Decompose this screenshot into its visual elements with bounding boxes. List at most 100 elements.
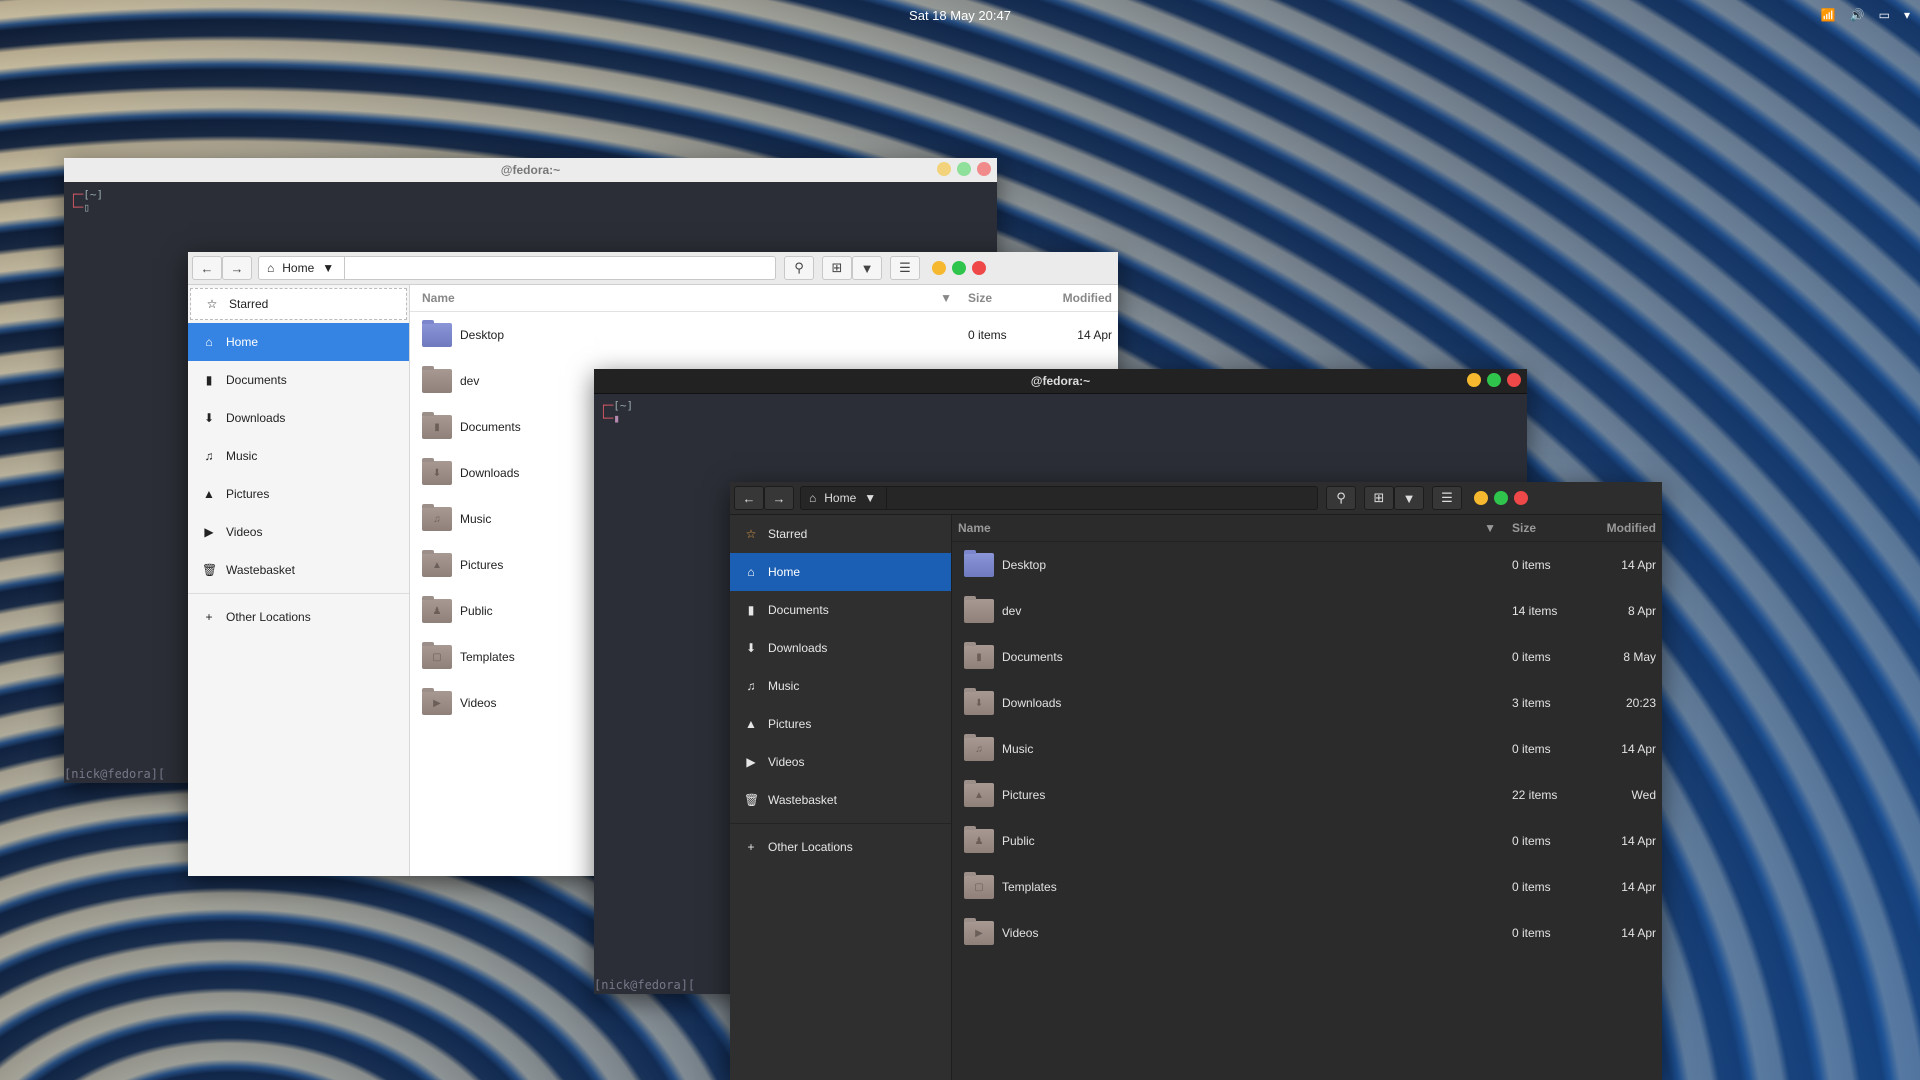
folder-icon — [422, 366, 452, 393]
music-folder-icon: ♫ — [964, 734, 994, 761]
close-button[interactable] — [1514, 491, 1528, 505]
sidebar-item-home[interactable]: ⌂ Home — [188, 323, 409, 361]
minimize-button[interactable] — [1467, 373, 1481, 387]
sidebar-item-documents[interactable]: ▮ Documents — [730, 591, 951, 629]
search-button[interactable]: ⚲ — [1326, 486, 1356, 510]
sort-arrow-icon: ▼ — [940, 291, 952, 305]
column-header: Name ▼ Size Modified — [410, 285, 1118, 312]
downloads-folder-icon: ⬇ — [964, 688, 994, 715]
maximize-button[interactable] — [957, 162, 971, 176]
column-name[interactable]: Name ▼ — [952, 521, 1506, 535]
column-header: Name ▼ Size Modified — [952, 515, 1662, 542]
public-folder-icon: ♟ — [422, 596, 452, 623]
menu-button[interactable]: ☰ — [1432, 486, 1462, 510]
system-tray[interactable]: 📶 🔊 ▭ ▾ — [1821, 8, 1910, 22]
column-size[interactable]: Size — [1506, 521, 1584, 535]
terminal-prompt: ┌─[~] └─▮ — [600, 399, 634, 425]
desktop-folder-icon — [964, 550, 994, 577]
videos-folder-icon: ▶ — [964, 918, 994, 945]
forward-button[interactable]: → — [764, 486, 794, 510]
back-button[interactable]: ← — [192, 256, 222, 280]
minimize-button[interactable] — [932, 261, 946, 275]
window-controls — [932, 261, 986, 275]
sidebar-separator — [730, 823, 951, 824]
trash-icon: 🗑 — [744, 793, 760, 807]
plus-icon: + — [747, 840, 755, 854]
pictures-icon: ▲ — [203, 487, 215, 501]
minimize-button[interactable] — [937, 162, 951, 176]
sidebar-item-wastebasket[interactable]: 🗑 Wastebasket — [188, 551, 409, 589]
documents-folder-icon: ▮ — [964, 642, 994, 669]
file-row-desktop[interactable]: Desktop 0 items 14 Apr — [410, 312, 1118, 358]
sidebar-item-wastebasket[interactable]: 🗑 Wastebasket — [730, 781, 951, 819]
document-icon: ▮ — [205, 373, 213, 387]
file-row-music[interactable]: ♫ Music 0 items 14 Apr — [952, 726, 1662, 772]
sidebar-item-other-locations[interactable]: + Other Locations — [188, 598, 409, 636]
sidebar-item-videos[interactable]: ▶ Videos — [188, 513, 409, 551]
sidebar-item-music[interactable]: ♫ Music — [188, 437, 409, 475]
sidebar-item-pictures[interactable]: ▲ Pictures — [730, 705, 951, 743]
templates-folder-icon: ▢ — [422, 642, 452, 669]
sidebar-item-pictures[interactable]: ▲ Pictures — [188, 475, 409, 513]
file-row-public[interactable]: ♟ Public 0 items 14 Apr — [952, 818, 1662, 864]
sidebar-item-starred[interactable]: ☆ Starred — [730, 515, 951, 553]
file-row-videos[interactable]: ▶ Videos 0 items 14 Apr — [952, 910, 1662, 956]
view-toggle-button[interactable]: ⊞ — [1364, 486, 1394, 510]
sidebar-item-downloads[interactable]: ⬇ Downloads — [730, 629, 951, 667]
volume-icon: 🔊 — [1849, 8, 1865, 22]
battery-icon: ▭ — [1878, 8, 1890, 22]
back-button[interactable]: ← — [734, 486, 764, 510]
file-row-documents[interactable]: ▮ Documents 0 items 8 May — [952, 634, 1662, 680]
view-toggle-button[interactable]: ⊞ — [822, 256, 852, 280]
file-row-dev[interactable]: dev 14 items 8 Apr — [952, 588, 1662, 634]
close-button[interactable] — [972, 261, 986, 275]
maximize-button[interactable] — [1494, 491, 1508, 505]
column-size[interactable]: Size — [962, 291, 1040, 305]
view-options-button[interactable]: ▼ — [1394, 486, 1424, 510]
window-controls — [937, 162, 991, 176]
view-options-button[interactable]: ▼ — [852, 256, 882, 280]
files-window-dark[interactable]: ← → ⌂ Home ▼ ⚲ ⊞ ▼ ☰ ☆ Starred ⌂ Home ▮ Doc… — [730, 482, 1662, 1080]
terminal-status: [nick@fedora][ — [594, 978, 696, 992]
headerbar[interactable]: ← → ⌂ Home ▼ ⚲ ⊞ ▼ ☰ — [188, 252, 1118, 285]
sidebar-item-other-locations[interactable]: + Other Locations — [730, 828, 951, 866]
maximize-button[interactable] — [1487, 373, 1501, 387]
music-folder-icon: ♫ — [422, 504, 452, 531]
sidebar-item-music[interactable]: ♫ Music — [730, 667, 951, 705]
sidebar-item-videos[interactable]: ▶ Videos — [730, 743, 951, 781]
minimize-button[interactable] — [1474, 491, 1488, 505]
sidebar-item-downloads[interactable]: ⬇ Downloads — [188, 399, 409, 437]
top-bar: Sat 18 May 20:47 📶 🔊 ▭ ▾ — [0, 0, 1920, 32]
path-bar[interactable]: ⌂ Home ▼ — [800, 486, 1318, 510]
path-crumb-home[interactable]: ⌂ Home ▼ — [809, 487, 888, 509]
sidebar-item-documents[interactable]: ▮ Documents — [188, 361, 409, 399]
close-button[interactable] — [1507, 373, 1521, 387]
path-bar[interactable]: ⌂ Home ▼ — [258, 256, 776, 280]
download-icon: ⬇ — [203, 411, 215, 425]
forward-button[interactable]: → — [222, 256, 252, 280]
sidebar-item-starred[interactable]: ☆ Starred — [190, 288, 407, 320]
column-name[interactable]: Name ▼ — [410, 291, 962, 305]
file-row-desktop[interactable]: Desktop 0 items 14 Apr — [952, 542, 1662, 588]
path-crumb-home[interactable]: ⌂ Home ▼ — [267, 257, 346, 279]
file-row-templates[interactable]: ▢ Templates 0 items 14 Apr — [952, 864, 1662, 910]
headerbar[interactable]: ← → ⌂ Home ▼ ⚲ ⊞ ▼ ☰ — [730, 482, 1662, 515]
home-icon: ⌂ — [747, 565, 755, 579]
column-modified[interactable]: Modified — [1040, 291, 1118, 305]
menu-button[interactable]: ☰ — [890, 256, 920, 280]
clock[interactable]: Sat 18 May 20:47 — [0, 8, 1920, 23]
column-modified[interactable]: Modified — [1584, 521, 1662, 535]
terminal-titlebar[interactable]: @fedora:~ — [64, 158, 997, 182]
home-icon: ⌂ — [267, 261, 275, 275]
video-icon: ▶ — [746, 755, 756, 769]
home-icon: ⌂ — [205, 335, 213, 349]
maximize-button[interactable] — [952, 261, 966, 275]
terminal-titlebar[interactable]: @fedora:~ — [594, 369, 1527, 394]
close-button[interactable] — [977, 162, 991, 176]
file-row-pictures[interactable]: ▲ Pictures 22 items Wed — [952, 772, 1662, 818]
sidebar-item-home[interactable]: ⌂ Home — [730, 553, 951, 591]
search-button[interactable]: ⚲ — [784, 256, 814, 280]
chevron-down-icon: ▼ — [322, 261, 335, 275]
file-row-downloads[interactable]: ⬇ Downloads 3 items 20:23 — [952, 680, 1662, 726]
sidebar-separator — [188, 593, 409, 594]
